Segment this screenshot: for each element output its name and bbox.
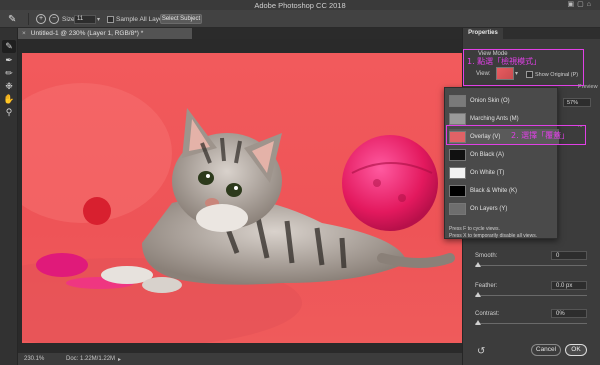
select-subject-button[interactable]: Select Subject	[160, 14, 202, 24]
slider-track[interactable]	[475, 295, 587, 296]
cancel-button[interactable]: Cancel	[531, 344, 561, 356]
menu-item-black-white[interactable]: Black & White (K)	[449, 183, 559, 199]
on-white-thumbnail	[449, 167, 466, 179]
menu-item-on-layers[interactable]: On Layers (Y)	[449, 201, 559, 217]
status-bar: 230.1% Doc: 1.22M/1.22M ▸	[18, 353, 462, 365]
smooth-input[interactable]: 0	[551, 251, 587, 260]
lasso-icon[interactable]: ❉	[2, 80, 16, 93]
panel-tab-strip: Properties	[463, 28, 600, 39]
toy-ball	[342, 135, 438, 231]
slider-track[interactable]	[475, 265, 587, 266]
menu-item-label: On Black (A)	[470, 152, 505, 158]
hand-icon[interactable]: ✋	[2, 93, 16, 106]
options-bar: ✎ + − Size: 11 ▾ Sample All Layers Selec…	[0, 10, 600, 28]
document-tab[interactable]: × Untitled-1 @ 230% (Layer 1, RGB/8*) *	[18, 28, 193, 39]
menu-item-label: Black & White (K)	[470, 188, 518, 194]
feather-label: Feather:	[475, 283, 498, 289]
kitten-photo	[22, 83, 455, 343]
slider-knob[interactable]	[475, 262, 481, 267]
slider-knob[interactable]	[475, 320, 481, 325]
refine-edge-brush-icon[interactable]: ✒	[2, 54, 16, 67]
checkbox-box	[107, 15, 114, 23]
contrast-label: Contrast:	[475, 311, 500, 317]
marching-ants-thumbnail	[449, 113, 466, 125]
plus-icon: +	[36, 14, 46, 24]
slider-knob[interactable]	[475, 292, 481, 297]
divider	[28, 13, 29, 25]
menu-hint: Press F to cycle views. Press X to tempo…	[449, 226, 537, 240]
tools-panel: ✎ ✒ ✏ ❉ ✋ ⚲	[0, 28, 18, 365]
annotation-box-view-mode	[463, 49, 584, 86]
on-black-thumbnail	[449, 149, 466, 161]
on-layers-thumbnail	[449, 203, 466, 215]
zoom-level[interactable]: 230.1%	[24, 356, 44, 362]
add-mode-button[interactable]: +	[36, 14, 46, 24]
close-icon[interactable]: ×	[22, 30, 26, 37]
document-size: Doc: 1.22M/1.22M	[66, 356, 116, 362]
zoom-icon[interactable]: ⚲	[2, 106, 16, 119]
feather-input[interactable]: 0.0 px	[551, 281, 587, 290]
contrast-input[interactable]: 0%	[551, 309, 587, 318]
chevron-right-icon[interactable]: ▸	[118, 356, 121, 363]
menu-item-on-black[interactable]: On Black (A)	[449, 147, 559, 163]
hint-cycle: Press F to cycle views.	[449, 226, 500, 232]
menu-item-label: Marching Ants (M)	[470, 116, 519, 122]
chevron-down-icon[interactable]: ▾	[97, 14, 100, 24]
window-controls[interactable]: ▣▢⌂	[568, 0, 594, 8]
annotation-step-1: 1. 點選「檢視模式」	[467, 57, 542, 66]
brush-icon[interactable]: ✏	[2, 67, 16, 80]
ok-button[interactable]: OK	[565, 344, 587, 356]
menu-item-label: Onion Skin (O)	[470, 98, 510, 104]
slider-track[interactable]	[475, 323, 587, 324]
hint-disable: Press X to temporarily disable all views…	[449, 233, 538, 239]
app-title: Adobe Photoshop CC 2018	[254, 1, 346, 10]
menu-item-onion-skin[interactable]: Onion Skin (O)	[449, 93, 559, 109]
menu-item-label: On Layers (Y)	[470, 206, 508, 212]
subtract-mode-button[interactable]: −	[49, 14, 59, 24]
sample-all-layers-checkbox[interactable]	[107, 14, 114, 24]
tab-properties[interactable]: Properties	[463, 28, 503, 39]
menu-item-on-white[interactable]: On White (T)	[449, 165, 559, 181]
smooth-label: Smooth:	[475, 253, 498, 259]
view-mode-menu: Onion Skin (O) Marching Ants (M) Overlay…	[444, 87, 559, 240]
reset-icon[interactable]: ↺	[477, 346, 485, 357]
image-canvas[interactable]	[22, 53, 462, 343]
size-input[interactable]: 11	[74, 14, 96, 24]
onion-skin-thumbnail	[449, 95, 466, 107]
document-title: Untitled-1 @ 230% (Layer 1, RGB/8*) *	[30, 30, 144, 37]
minus-icon: −	[49, 14, 59, 24]
black-white-thumbnail	[449, 185, 466, 197]
title-bar: Adobe Photoshop CC 2018 ▣▢⌂	[0, 0, 600, 10]
annotation-step-2: 2. 選擇「覆蓋」	[511, 131, 570, 140]
menu-item-label: On White (T)	[470, 170, 505, 176]
opacity-field[interactable]: 57%	[563, 98, 591, 107]
brush-tool-icon[interactable]: ✎	[8, 13, 20, 25]
quick-selection-tool-icon[interactable]: ✎	[2, 40, 16, 53]
